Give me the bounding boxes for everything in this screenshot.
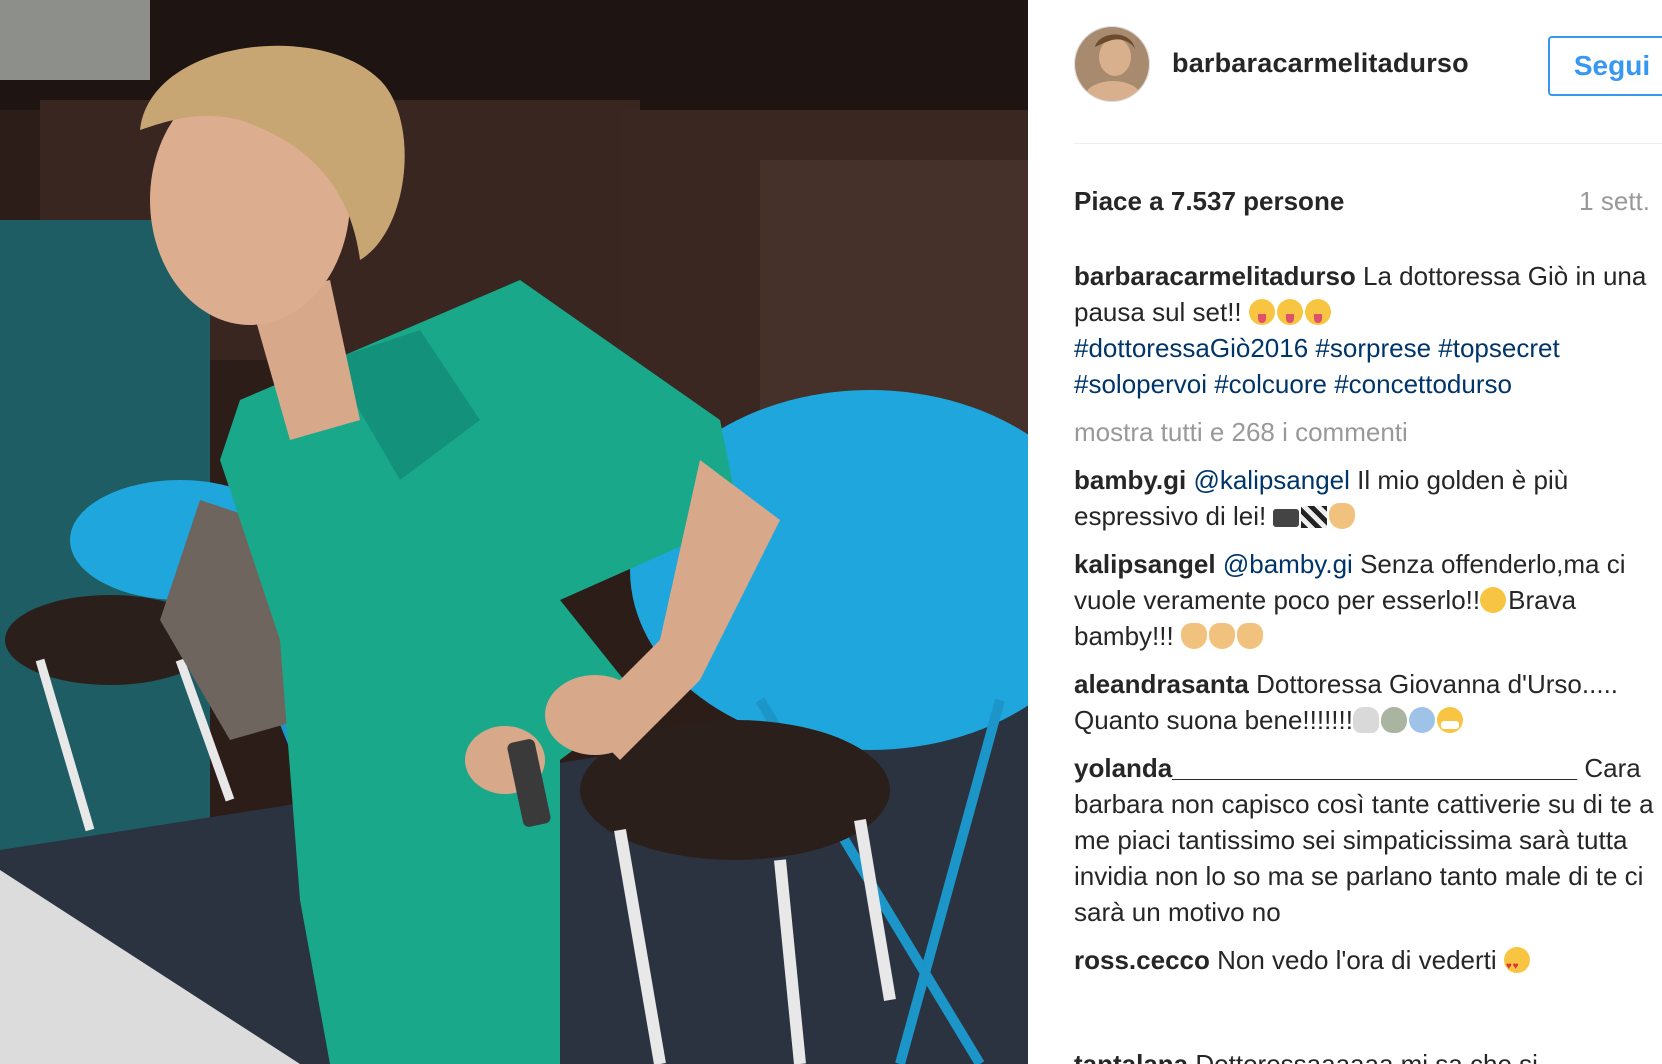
comment-mention[interactable]: @kalipsangel (1193, 465, 1349, 495)
post-photo-art (0, 0, 1028, 1064)
comment-text: Dottoressaaaaaa mi sa che si (1195, 1049, 1538, 1064)
likes-count[interactable]: Piace a 7.537 persone (1074, 186, 1344, 217)
comment-mention[interactable]: @bamby.gi (1223, 549, 1353, 579)
post-timestamp[interactable]: 1 sett. (1579, 186, 1650, 217)
post-photo[interactable] (0, 0, 1028, 1064)
thumbs-down-emoji-icon (1329, 503, 1356, 529)
comment-item: bamby.gi @kalipsangel Il mio golden è pi… (1074, 462, 1654, 534)
clapping-hands-emoji-icon (1180, 623, 1207, 649)
smile-emoji-icon (1480, 587, 1507, 613)
comment-username[interactable]: bamby.gi (1074, 465, 1186, 495)
hashtag-link[interactable]: #concettodurso (1334, 369, 1512, 399)
alien-emoji-icon (1380, 707, 1407, 733)
hashtag-link[interactable]: #topsecret (1438, 333, 1559, 363)
scream-emoji-icon (1408, 707, 1435, 733)
comment-username[interactable]: kalipsangel (1074, 549, 1216, 579)
mask-emoji-icon (1436, 707, 1463, 733)
comment-username[interactable]: tantalana (1074, 1049, 1188, 1064)
follow-button[interactable]: Segui (1548, 36, 1662, 96)
movie-camera-emoji-icon (1273, 509, 1300, 527)
comment-username[interactable]: aleandrasanta (1074, 669, 1249, 699)
heart-eyes-emoji-icon (1503, 947, 1530, 985)
skull-emoji-icon (1352, 707, 1379, 733)
header-divider (1074, 143, 1662, 144)
post-author-username[interactable]: barbaracarmelitadurso (1172, 48, 1469, 79)
comment-username[interactable]: yolanda____________________________ (1074, 753, 1577, 783)
tongue-emoji-icon (1304, 299, 1331, 325)
comment-item: kalipsangel @bamby.gi Senza offenderlo,m… (1074, 546, 1654, 654)
comments-list: barbaracarmelitadurso La dottoressa Giò … (1074, 258, 1654, 990)
comment-username[interactable]: ross.cecco (1074, 945, 1210, 975)
hashtag-link[interactable]: #colcuore (1214, 369, 1327, 399)
hashtag-link[interactable]: #solopervoi (1074, 369, 1207, 399)
post-caption: barbaracarmelitadurso La dottoressa Giò … (1074, 258, 1654, 402)
comment-item: yolanda____________________________ Cara… (1074, 750, 1654, 930)
hashtag-link[interactable]: #sorprese (1315, 333, 1431, 363)
hashtag-link[interactable]: #dottoressaGiò2016 (1074, 333, 1308, 363)
show-all-comments-link[interactable]: mostra tutti e 268 i commenti (1074, 414, 1654, 450)
thumbs-up-emoji-icon (1208, 623, 1235, 649)
post-sidebar: barbaracarmelitadurso Segui Piace a 7.53… (1028, 0, 1662, 1064)
partial-comment: tantalana Dottoressaaaaaa mi sa che si (1074, 1046, 1634, 1064)
post-header: barbaracarmelitadurso Segui (1074, 26, 1662, 106)
clapping-hands-emoji-icon (1236, 623, 1263, 649)
comment-text: Non vedo l'ora di vederti (1217, 945, 1497, 975)
profile-avatar[interactable] (1074, 26, 1150, 102)
comment-item: ross.cecco Non vedo l'ora di vederti (1074, 942, 1654, 985)
clapper-board-emoji-icon (1301, 506, 1328, 528)
comment-item: aleandrasanta Dottoressa Giovanna d'Urso… (1074, 666, 1654, 738)
tongue-emoji-icon (1248, 299, 1275, 325)
caption-username[interactable]: barbaracarmelitadurso (1074, 261, 1356, 291)
tongue-emoji-icon (1276, 299, 1303, 325)
